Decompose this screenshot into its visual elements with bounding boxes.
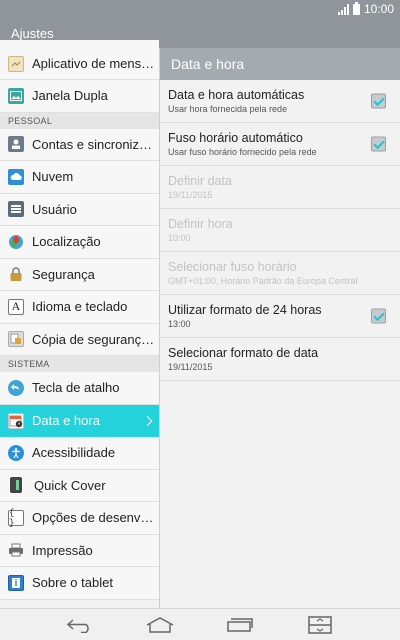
printer-icon [8,542,24,558]
detail-header: Data e hora [160,48,400,80]
sidebar-item-dual-window[interactable]: Janela Dupla [0,80,159,113]
setting-title: Selecionar formato de data [168,346,319,360]
setting-title: Fuso horário automático [168,131,303,145]
setting-title: Data e hora automáticas [168,88,305,102]
recent-apps-icon[interactable] [223,614,257,636]
language-keyboard-icon: A [8,298,24,315]
sidebar-item-label: Nuvem [32,169,74,185]
sidebar-item-backup[interactable]: Cópia de segurança e restauração [0,324,159,356]
setting-title: Definir data [168,174,232,188]
sidebar-item-user[interactable]: Usuário [0,194,159,226]
setting-subtitle: 19/11/2015 [168,362,213,372]
detail-panel: Data e hora Data e hora automáticas Usar… [160,48,400,608]
dual-window-nav-icon[interactable] [303,614,337,636]
sidebar-item-label: Janela Dupla [32,88,108,104]
sidebar-item-label: Localização [32,234,101,250]
sidebar-item-cloud[interactable]: Nuvem [0,161,159,194]
setting-24-hour-format[interactable]: Utilizar formato de 24 horas 13:00 [160,295,400,338]
sidebar-item-label: Cópia de segurança e restauração [32,331,156,347]
sidebar-item-label: Idioma e teclado [32,299,128,315]
auto-time-zone-checkbox[interactable] [371,136,386,152]
setting-subtitle: Usar fuso horário fornecido pela rede [168,147,317,157]
sidebar-item-label: Quick Cover [34,477,106,493]
battery-icon [352,1,360,15]
sidebar-item-label: Opções de desenvolvedor [32,510,156,526]
setting-auto-time-zone[interactable]: Fuso horário automático Usar fuso horári… [160,123,400,166]
sidebar-item-quick-cover[interactable]: Quick Cover [0,470,159,502]
lock-icon [8,266,24,282]
chevron-right-icon [142,415,153,426]
sidebar-item-label: Usuário [32,201,77,217]
setting-subtitle: 13:00 [168,319,191,329]
sidebar-item-label: Sobre o tablet [32,575,113,591]
auto-date-time-checkbox[interactable] [371,93,386,109]
accounts-sync-icon [8,136,24,153]
setting-date-format[interactable]: Selecionar formato de data 19/11/2015 [160,338,400,381]
dual-window-icon [8,87,24,104]
setting-select-time-zone: Selecionar fuso horário GMT+01:00, Horár… [160,252,400,295]
sidebar-item-accessibility[interactable]: Acessibilidade [0,437,159,470]
sidebar-item-printing[interactable]: Impressão [0,535,159,567]
sidebar-item-label: Acessibilidade [32,445,116,461]
navigation-bar [0,608,400,640]
setting-auto-date-time[interactable]: Data e hora automáticas Usar hora fornec… [160,80,400,123]
status-time: 10:00 [363,2,394,16]
setting-title: Definir hora [168,217,233,231]
section-header-sistema: SISTEMA [0,356,159,372]
user-icon [8,201,24,218]
sidebar-item-date-time[interactable]: Data e hora [0,404,159,437]
sidebar-item-label: Data e hora [32,413,100,429]
sidebar-item-label: Aplicativo de mensagens [32,56,156,71]
setting-set-time: Definir hora 10:00 [160,209,400,252]
setting-title: Utilizar formato de 24 horas [168,303,322,317]
app-title: Ajustes [11,25,54,41]
sidebar-item-label: Contas e sincronização [32,136,156,152]
setting-subtitle: 10:00 [168,233,191,243]
section-header-pessoal: PESSOAL [0,112,159,129]
sidebar-item-label: Segurança [32,266,95,282]
24-hour-format-checkbox[interactable] [371,308,386,324]
setting-subtitle: GMT+01:00, Horário Padrão da Europa Cent… [168,276,358,286]
calendar-clock-icon [8,412,24,429]
accessibility-icon [8,444,24,461]
setting-title: Selecionar fuso horário [168,260,297,274]
sidebar-item-developer-options[interactable]: { } Opções de desenvolvedor [0,502,159,535]
sidebar-item-shortcut-key[interactable]: Tecla de atalho [0,372,159,405]
sidebar-item-language-keyboard[interactable]: A Idioma e teclado [0,291,159,324]
sidebar-item-messaging[interactable]: Aplicativo de mensagens [0,40,159,80]
developer-options-icon: { } [8,508,24,528]
sidebar-item-accounts-sync[interactable]: Contas e sincronização [0,129,159,161]
quick-cover-icon [10,477,22,494]
backup-icon [8,331,24,348]
signal-icon [337,3,349,15]
sidebar-item-about-tablet[interactable]: Sobre o tablet [0,567,159,600]
back-icon[interactable] [63,614,97,636]
detail-title: Data e hora [171,56,245,72]
cloud-icon [8,168,24,185]
sidebar-item-location[interactable]: Localização [0,226,159,259]
home-icon[interactable] [143,614,177,636]
setting-subtitle: Usar hora fornecida pela rede [168,104,288,114]
setting-subtitle: 19/11/2015 [168,190,213,200]
shortcut-key-icon [8,379,24,396]
status-bar: 10:00 [0,0,400,18]
sidebar-item-label: Impressão [32,542,93,558]
sidebar-item-label: Tecla de atalho [32,380,120,396]
setting-set-date: Definir data 19/11/2015 [160,166,400,209]
settings-sidebar: Aplicativo de mensagens Janela Dupla PES… [0,40,159,600]
sidebar-item-security[interactable]: Segurança [0,259,159,291]
location-icon [8,234,24,250]
about-tablet-icon [8,574,24,591]
messaging-app-icon [8,55,24,72]
